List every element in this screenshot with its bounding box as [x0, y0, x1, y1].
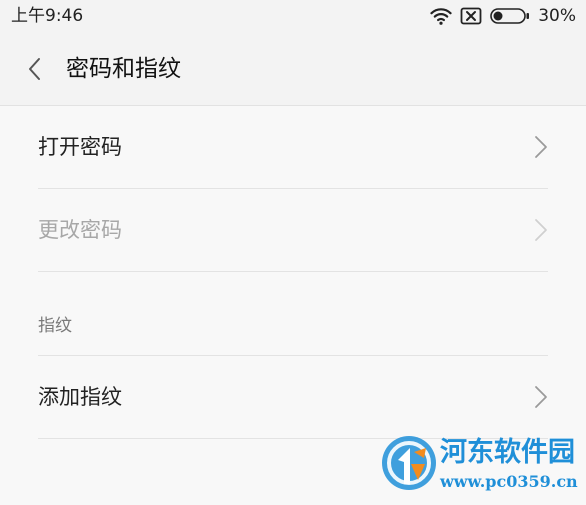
chevron-right-icon: [535, 136, 547, 158]
fingerprint-section-label: 指纹: [38, 316, 72, 336]
open-password-label: 打开密码: [38, 135, 122, 159]
sim-no-signal-icon: [460, 7, 482, 25]
chevron-right-icon: [535, 386, 547, 408]
title-bar: 密码和指纹: [0, 33, 586, 106]
wifi-icon: [430, 8, 452, 25]
fingerprint-section-header: 指纹: [38, 271, 548, 356]
add-fingerprint-label: 添加指纹: [38, 385, 122, 409]
change-password-row[interactable]: 更改密码: [38, 189, 548, 272]
chevron-left-icon: [29, 58, 40, 80]
back-button[interactable]: [18, 53, 50, 85]
battery-icon: [490, 8, 530, 24]
page-title: 密码和指纹: [66, 56, 181, 82]
watermark-logo-icon: [382, 436, 436, 490]
open-password-row[interactable]: 打开密码: [38, 106, 548, 189]
watermark: 河东软件园 www.pc0359.cn: [380, 434, 584, 500]
chevron-right-icon: [535, 219, 547, 241]
battery-percent: 30%: [538, 6, 576, 26]
status-bar: 上午9:46 30%: [0, 0, 586, 33]
add-fingerprint-row[interactable]: 添加指纹: [38, 356, 548, 439]
status-icons: 30%: [430, 6, 576, 26]
watermark-name: 河东软件园: [440, 437, 575, 468]
watermark-url: www.pc0359.cn: [440, 472, 578, 491]
change-password-label: 更改密码: [38, 218, 122, 242]
status-time: 上午9:46: [11, 6, 84, 26]
